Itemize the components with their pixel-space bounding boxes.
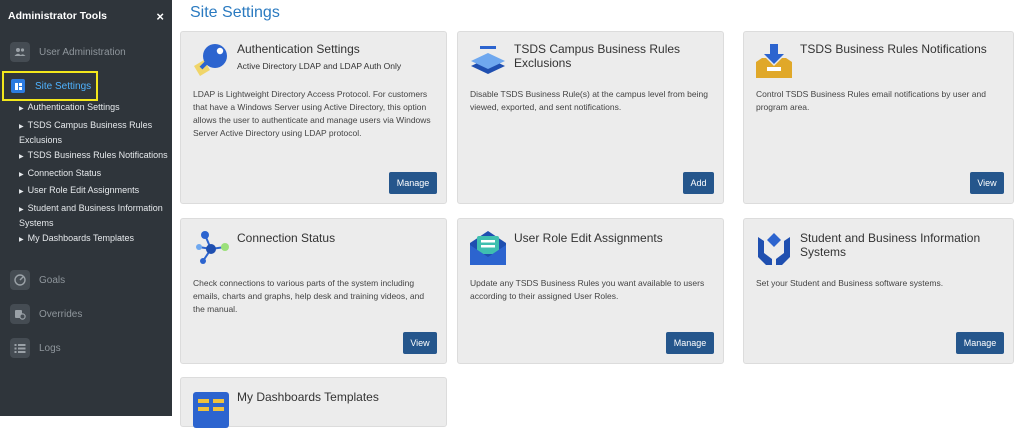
sidebar-item-goals[interactable]: Goals (0, 263, 172, 297)
card-description: Check connections to various parts of th… (193, 278, 425, 314)
submenu-item-student-business-systems[interactable]: ▶ Student and Business Information System… (0, 202, 172, 230)
add-button[interactable]: Add (683, 172, 714, 194)
view-button[interactable]: View (403, 332, 437, 354)
manage-button[interactable]: Manage (389, 172, 437, 194)
submenu-item-tsds-notifications[interactable]: ▶ TSDS Business Rules Notifications (0, 149, 172, 164)
card-title: Student and Business Information Systems (800, 231, 981, 259)
submenu-label: Authentication Settings (27, 102, 120, 112)
card-connection-status: Connection Status Check connections to v… (180, 218, 447, 364)
card-title: TSDS Business Rules Notifications (800, 42, 987, 56)
card-description: Update any TSDS Business Rules you want … (470, 278, 705, 301)
card-description: Disable TSDS Business Rule(s) at the cam… (470, 89, 708, 112)
stacked-layers-icon (468, 40, 508, 80)
main-content: Site Settings Authentication Settings Ac… (180, 0, 1024, 428)
card-title: Connection Status (237, 231, 336, 245)
caret-right-icon: ▶ (19, 154, 24, 160)
sidebar-title: Administrator Tools (8, 10, 107, 22)
submenu-label: TSDS Business Rules Notifications (27, 150, 168, 160)
sidebar-item-label: Overrides (39, 308, 83, 320)
submenu-label: User Role Edit Assignments (27, 185, 140, 195)
close-icon[interactable]: × (156, 9, 164, 24)
submenu-item-authentication-settings[interactable]: ▶ Authentication Settings (0, 101, 172, 116)
caret-right-icon: ▶ (19, 206, 24, 213)
card-authentication-settings: Authentication Settings Active Directory… (180, 31, 447, 204)
card-student-business-systems: Student and Business Information Systems… (743, 218, 1014, 364)
sidebar-item-label: User Administration (39, 46, 126, 58)
sidebar-header: Administrator Tools × (0, 0, 172, 32)
hands-diamond-icon (754, 227, 794, 267)
network-nodes-icon (191, 227, 231, 267)
card-title: TSDS Campus Business Rules Exclusions (514, 42, 681, 70)
card-subtitle: Active Directory LDAP and LDAP Auth Only (237, 61, 402, 71)
envelope-list-icon (468, 227, 508, 267)
submenu-label: Connection Status (27, 167, 102, 178)
caret-right-icon: ▶ (19, 189, 24, 195)
ldap-key-icon (191, 40, 231, 80)
submenu-item-dashboards-templates[interactable]: ▶ My Dashboards Templates (0, 232, 172, 247)
card-description: Control TSDS Business Rules email notifi… (756, 89, 986, 112)
site-settings-submenu: ▶ Authentication Settings ▶ TSDS Campus Bu… (0, 101, 172, 250)
submenu-label: TSDS Campus Business Rules Exclusions (19, 119, 153, 145)
sidebar-item-label: Goals (39, 274, 66, 286)
card-description: Set your Student and Business software s… (756, 278, 944, 288)
submenu-item-tsds-campus-exclusions[interactable]: ▶ TSDS Campus Business Rules Exclusions (0, 119, 172, 147)
inbox-download-icon (754, 40, 794, 80)
submenu-label: Student and Business Information Systems (19, 202, 163, 228)
page-title: Site Settings (190, 4, 280, 21)
override-icon (10, 304, 30, 324)
card-tsds-campus-exclusions: TSDS Campus Business Rules Exclusions Di… (457, 31, 724, 204)
list-icon (10, 338, 30, 358)
card-title: My Dashboards Templates (237, 390, 379, 404)
sidebar-lower-items: Goals Overrides Logs (0, 263, 172, 365)
sidebar-item-label: Logs (39, 342, 61, 354)
caret-right-icon: ▶ (19, 106, 24, 112)
card-description: LDAP is Lightweight Directory Access Pro… (193, 89, 431, 138)
card-title: User Role Edit Assignments (514, 231, 663, 245)
card-title: Authentication Settings (237, 42, 360, 56)
sidebar-item-site-settings[interactable]: Site Settings (2, 71, 98, 101)
caret-right-icon: ▶ (19, 123, 24, 130)
users-icon (10, 42, 30, 62)
manage-button[interactable]: Manage (666, 332, 714, 354)
submenu-item-connection-status[interactable]: ▶ Connection Status (0, 167, 172, 182)
submenu-label: My Dashboards Templates (27, 233, 135, 243)
sidebar-item-label: Site Settings (35, 80, 92, 92)
sidebar-item-overrides[interactable]: Overrides (0, 297, 172, 331)
gauge-icon (10, 270, 30, 290)
admin-sidebar: Administrator Tools × User Administratio… (0, 0, 172, 416)
dashboard-grid-icon (191, 390, 231, 430)
card-tsds-notifications: TSDS Business Rules Notifications Contro… (743, 31, 1014, 204)
card-dashboards-templates: My Dashboards Templates (180, 377, 447, 430)
sidebar-item-logs[interactable]: Logs (0, 331, 172, 365)
caret-right-icon: ▶ (19, 237, 24, 243)
manage-button[interactable]: Manage (956, 332, 1004, 354)
settings-grid-icon (11, 79, 25, 93)
sidebar-item-user-administration[interactable]: User Administration (0, 35, 126, 69)
card-user-role-edit: User Role Edit Assignments Update any TS… (457, 218, 724, 364)
caret-right-icon: ▶ (19, 171, 24, 178)
submenu-item-user-role-edit[interactable]: ▶ User Role Edit Assignments (0, 184, 172, 199)
view-button[interactable]: View (970, 172, 1004, 194)
